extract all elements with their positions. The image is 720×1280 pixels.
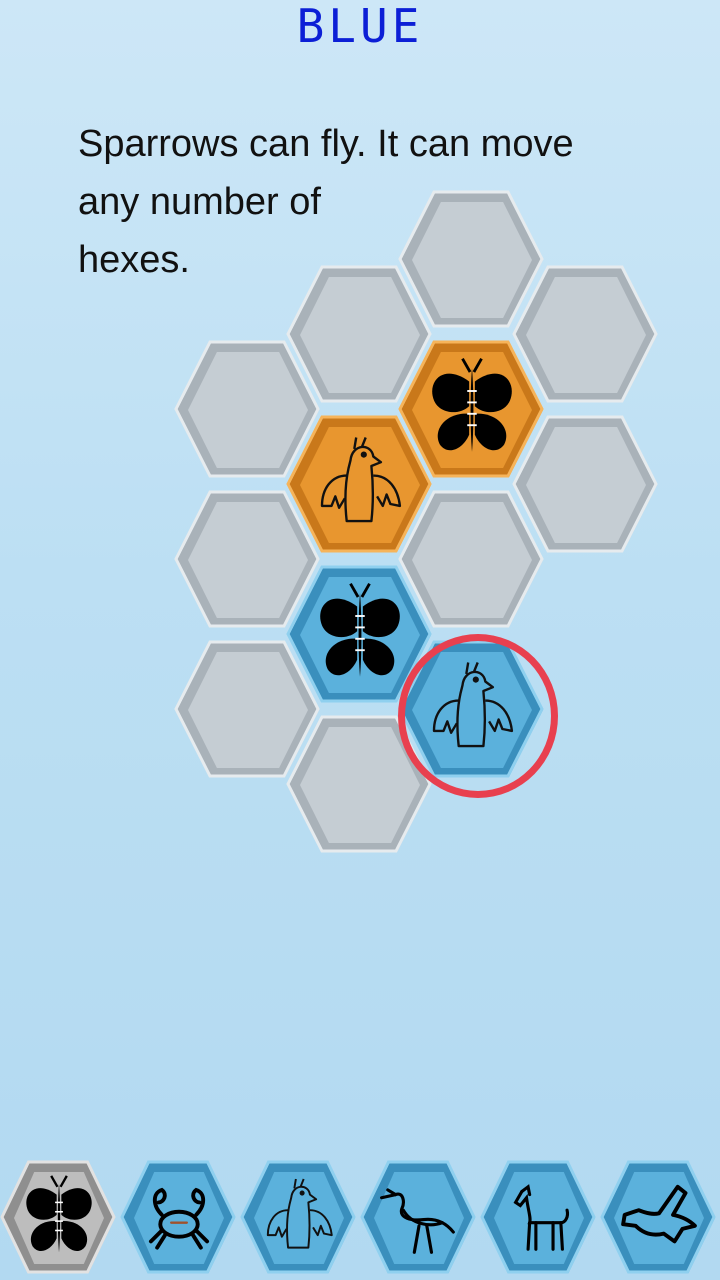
tray-butterfly[interactable]	[0, 1160, 118, 1276]
tray-horse[interactable]	[480, 1160, 598, 1276]
tray-dove[interactable]	[600, 1160, 718, 1276]
game-board	[0, 0, 720, 1280]
selection-ring	[398, 634, 558, 798]
tray-sparrow[interactable]	[240, 1160, 358, 1276]
tray-heron[interactable]	[360, 1160, 478, 1276]
tray-crab[interactable]	[120, 1160, 238, 1276]
